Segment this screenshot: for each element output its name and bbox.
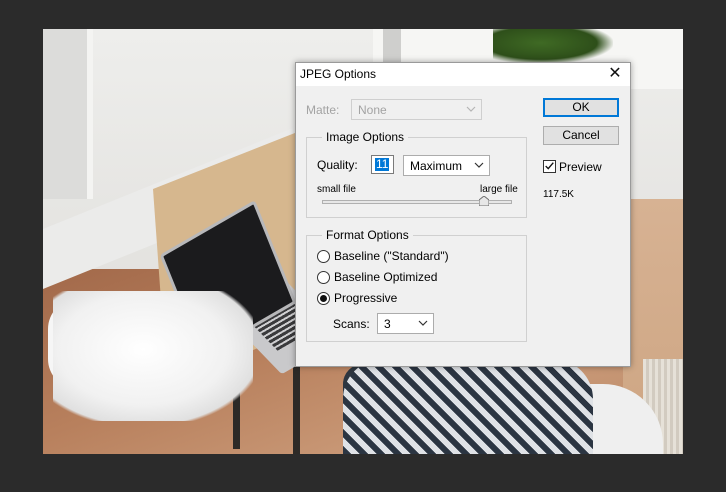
close-icon[interactable]: ✕	[604, 64, 626, 84]
format-options-title: Format Options	[322, 228, 413, 242]
scans-select[interactable]: 3	[377, 313, 434, 334]
preview-checkbox[interactable]	[543, 160, 556, 173]
photo-desk-leg	[293, 359, 300, 454]
photo-plant	[493, 29, 613, 64]
baseline-optimized-radio[interactable]	[317, 271, 330, 284]
baseline-standard-radio[interactable]	[317, 250, 330, 263]
baseline-standard-label[interactable]: Baseline ("Standard")	[334, 249, 449, 263]
preview-label[interactable]: Preview	[559, 160, 602, 174]
scans-label: Scans:	[333, 317, 370, 331]
baseline-optimized-label[interactable]: Baseline Optimized	[334, 270, 437, 284]
dialog-title: JPEG Options	[300, 67, 377, 81]
checkmark-icon	[545, 162, 554, 170]
quality-preset-select[interactable]: Maximum	[403, 155, 490, 176]
jpeg-options-dialog: JPEG Options ✕ Matte: None Image Options…	[295, 62, 631, 367]
photo-chair	[53, 291, 253, 421]
quality-slider-thumb[interactable]	[478, 196, 489, 206]
matte-select[interactable]: None	[351, 99, 482, 120]
image-options-group: Image Options Quality: 11 Maximum small …	[306, 130, 527, 218]
scans-value: 3	[384, 317, 391, 331]
quality-preset-value: Maximum	[410, 159, 463, 173]
cancel-button[interactable]: Cancel	[543, 126, 619, 145]
file-size-readout: 117.5K	[543, 189, 574, 200]
matte-label: Matte:	[306, 103, 340, 117]
photo-window	[43, 29, 93, 199]
progressive-radio[interactable]	[317, 292, 330, 305]
matte-value: None	[358, 103, 387, 117]
image-options-title: Image Options	[322, 130, 409, 144]
photo-person-shirt	[343, 359, 593, 454]
quality-label: Quality:	[317, 158, 358, 172]
chevron-down-icon	[466, 106, 476, 112]
large-file-label: large file	[480, 184, 518, 195]
quality-input[interactable]: 11	[371, 155, 394, 174]
chevron-down-icon	[418, 320, 428, 326]
ok-button[interactable]: OK	[543, 98, 619, 117]
format-options-group: Format Options Baseline ("Standard") Bas…	[306, 228, 527, 342]
quality-value: 11	[375, 157, 390, 171]
small-file-label: small file	[317, 184, 356, 195]
dialog-titlebar[interactable]: JPEG Options ✕	[296, 63, 630, 86]
chevron-down-icon	[474, 162, 484, 168]
progressive-label[interactable]: Progressive	[334, 291, 397, 305]
